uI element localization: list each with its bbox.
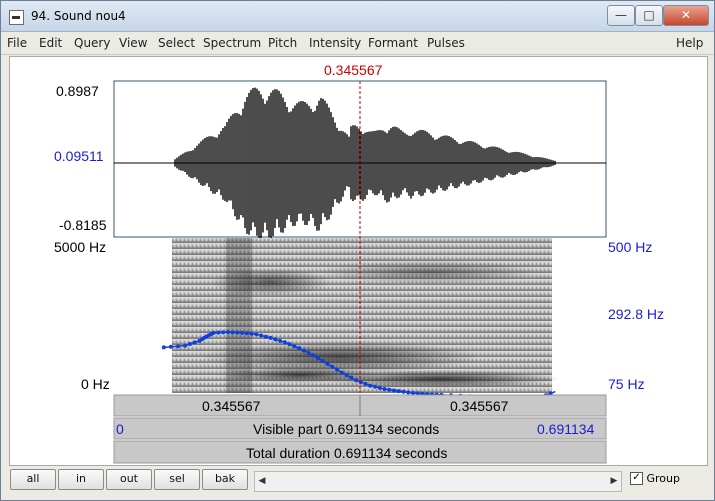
menu-intensity[interactable]: Intensity (309, 36, 361, 50)
pitch-point (259, 333, 264, 338)
zoom-to-selection-button[interactable]: sel (154, 469, 200, 490)
zoom-all-button[interactable]: all (10, 469, 56, 490)
menu-formant[interactable]: Formant (368, 36, 418, 50)
visible-start-time: 0 (116, 421, 124, 437)
close-button[interactable]: ✕ (663, 5, 709, 26)
pitch-point (316, 356, 321, 361)
menu-select[interactable]: Select (158, 36, 195, 50)
visible-end-time: 0.691134 (537, 421, 595, 437)
minimize-button[interactable]: — (607, 5, 635, 26)
group-checkbox-wrap[interactable]: ✓ Group (630, 471, 681, 486)
pitch-point (287, 342, 292, 347)
pitch-point (396, 389, 401, 394)
pitch-point (387, 387, 392, 392)
pitch-point (311, 353, 316, 358)
pitch-point (211, 330, 216, 335)
editor-drawing[interactable] (10, 57, 707, 465)
pitch-point (377, 385, 382, 390)
group-label: Group (646, 472, 681, 485)
bottom-toolbar: all in out sel bak ◀ ▶ ✓ Group (1, 466, 714, 500)
pitch-point (176, 344, 181, 349)
pitch-point (221, 330, 226, 335)
horizontal-scrollbar[interactable]: ◀ ▶ (254, 471, 622, 492)
pitch-point (244, 331, 249, 336)
menu-query[interactable]: Query (74, 36, 110, 50)
window-app-icon (9, 10, 24, 25)
pitch-point (406, 390, 411, 395)
pitch-point (401, 389, 406, 394)
visible-part-label: Visible part 0.691134 seconds (253, 421, 440, 437)
pitch-point (368, 383, 373, 388)
pitch-point (240, 330, 245, 335)
menu-pulses[interactable]: Pulses (427, 36, 465, 50)
pitch-point (268, 335, 273, 340)
pitch-point (358, 380, 363, 385)
pitch-point (225, 330, 230, 335)
pitch-point (235, 330, 240, 335)
zoom-out-button[interactable]: out (106, 469, 152, 490)
pitch-point (230, 330, 235, 335)
window-title: 94. Sound nou4 (31, 9, 126, 23)
menu-spectrum[interactable]: Spectrum (203, 36, 261, 50)
pitch-point (161, 345, 166, 350)
pitch-point (335, 367, 340, 372)
pitch-point (373, 384, 378, 389)
pitch-point (306, 351, 311, 356)
pitch-point (392, 388, 397, 393)
pitch-point (410, 391, 415, 395)
pitch-point (297, 346, 302, 351)
pitch-point (263, 334, 268, 339)
pitch-point (278, 338, 283, 343)
left-half-duration: 0.345567 (202, 398, 261, 414)
pitch-point (354, 378, 359, 383)
pitch-point (363, 381, 368, 386)
sound-editor-window: 94. Sound nou4 — □ ✕ File Edit Query Vie… (0, 0, 715, 501)
menu-pitch[interactable]: Pitch (268, 36, 297, 50)
pitch-point (292, 344, 297, 349)
maximize-button[interactable]: □ (635, 5, 663, 26)
title-bar[interactable]: 94. Sound nou4 — □ ✕ (1, 1, 714, 32)
pitch-point (282, 340, 287, 345)
pitch-point (249, 331, 254, 336)
pitch-point (216, 330, 221, 335)
scroll-left-icon[interactable]: ◀ (255, 472, 269, 491)
pitch-point (320, 359, 325, 364)
group-checkbox[interactable]: ✓ (630, 471, 643, 485)
menu-view[interactable]: View (119, 36, 147, 50)
pitch-point (192, 340, 197, 345)
pitch-point (382, 386, 387, 391)
pitch-point (183, 343, 188, 348)
pitch-point (339, 370, 344, 375)
menu-file[interactable]: File (7, 36, 27, 50)
pitch-point (273, 337, 278, 342)
menu-edit[interactable]: Edit (39, 36, 62, 50)
pitch-point (344, 373, 349, 378)
pitch-point (301, 348, 306, 353)
pitch-point (349, 375, 354, 380)
pitch-point (187, 342, 192, 347)
spectrogram (172, 238, 560, 393)
total-duration-label: Total duration 0.691134 seconds (246, 445, 448, 461)
menu-help[interactable]: Help (676, 36, 703, 50)
editor-canvas[interactable]: 0.345567 0.8987 0.09511 -0.8185 5000 Hz … (9, 56, 708, 466)
menu-bar: File Edit Query View Select Spectrum Pit… (1, 32, 714, 55)
scroll-right-icon[interactable]: ▶ (607, 472, 621, 491)
right-half-duration: 0.345567 (450, 398, 509, 414)
pitch-point (330, 364, 335, 369)
pitch-point (254, 332, 259, 337)
zoom-in-button[interactable]: in (58, 469, 104, 490)
zoom-back-button[interactable]: bak (202, 469, 248, 490)
pitch-point (325, 361, 330, 366)
pitch-point (168, 344, 173, 349)
